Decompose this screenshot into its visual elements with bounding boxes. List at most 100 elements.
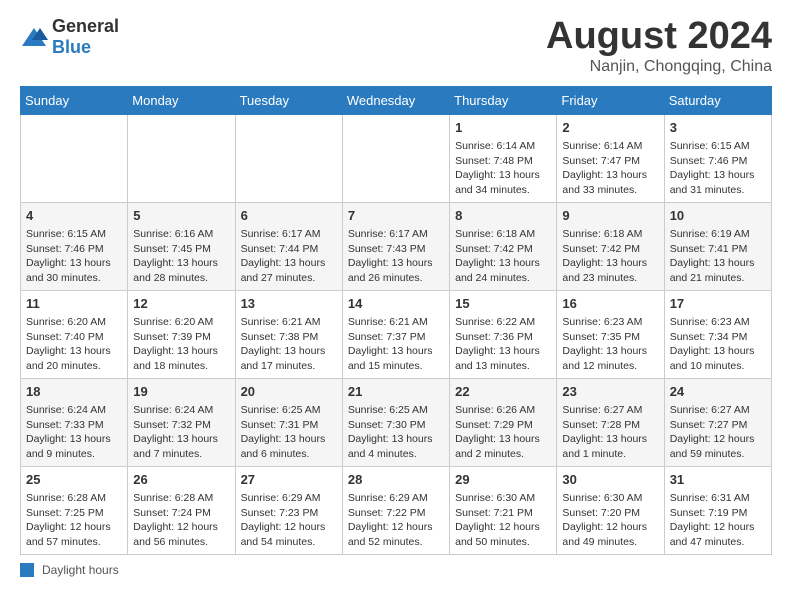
calendar-cell: 8 Sunrise: 6:18 AM Sunset: 7:42 PM Daylig…: [450, 202, 557, 290]
calendar-cell: [235, 114, 342, 202]
logo: General Blue: [20, 16, 119, 58]
day-info: Sunrise: 6:23 AM Sunset: 7:34 PM Dayligh…: [670, 315, 766, 374]
calendar-cell: 31 Sunrise: 6:31 AM Sunset: 7:19 PM Dayli…: [664, 466, 771, 554]
logo-text: General Blue: [52, 16, 119, 58]
day-info: Sunrise: 6:31 AM Sunset: 7:19 PM Dayligh…: [670, 491, 766, 550]
calendar-cell: [128, 114, 235, 202]
header: General Blue August 2024 Nanjin, Chongqi…: [20, 16, 772, 76]
day-info: Sunrise: 6:14 AM Sunset: 7:48 PM Dayligh…: [455, 139, 551, 198]
day-number: 8: [455, 207, 551, 225]
day-number: 13: [241, 295, 337, 313]
calendar-week-row: 25 Sunrise: 6:28 AM Sunset: 7:25 PM Dayli…: [21, 466, 772, 554]
day-number: 1: [455, 119, 551, 137]
calendar-day-header: Monday: [128, 86, 235, 114]
day-info: Sunrise: 6:24 AM Sunset: 7:32 PM Dayligh…: [133, 403, 229, 462]
calendar-cell: 20Sunrise: 6:25 AM Sunset: 7:31 PM Dayli…: [235, 378, 342, 466]
day-number: 16: [562, 295, 658, 313]
day-number: 17: [670, 295, 766, 313]
calendar-cell: [342, 114, 449, 202]
day-info: Sunrise: 6:29 AM Sunset: 7:22 PM Dayligh…: [348, 491, 444, 550]
day-number: 24: [670, 383, 766, 401]
day-number: 10: [670, 207, 766, 225]
day-number: 7: [348, 207, 444, 225]
calendar-cell: 4 Sunrise: 6:15 AM Sunset: 7:46 PM Daylig…: [21, 202, 128, 290]
day-info: Sunrise: 6:17 AM Sunset: 7:44 PM Dayligh…: [241, 227, 337, 286]
day-info: Sunrise: 6:20 AM Sunset: 7:39 PM Dayligh…: [133, 315, 229, 374]
day-number: 21: [348, 383, 444, 401]
day-info: Sunrise: 6:27 AM Sunset: 7:27 PM Dayligh…: [670, 403, 766, 462]
calendar-cell: 25 Sunrise: 6:28 AM Sunset: 7:25 PM Dayli…: [21, 466, 128, 554]
day-number: 18: [26, 383, 122, 401]
calendar-day-header: Friday: [557, 86, 664, 114]
day-info: Sunrise: 6:21 AM Sunset: 7:38 PM Dayligh…: [241, 315, 337, 374]
day-number: 28: [348, 471, 444, 489]
day-info: Sunrise: 6:30 AM Sunset: 7:20 PM Dayligh…: [562, 491, 658, 550]
day-info: Sunrise: 6:16 AM Sunset: 7:45 PM Dayligh…: [133, 227, 229, 286]
day-info: Sunrise: 6:28 AM Sunset: 7:24 PM Dayligh…: [133, 491, 229, 550]
calendar-cell: 18 Sunrise: 6:24 AM Sunset: 7:33 PM Dayli…: [21, 378, 128, 466]
calendar-cell: 30 Sunrise: 6:30 AM Sunset: 7:20 PM Dayli…: [557, 466, 664, 554]
day-info: Sunrise: 6:18 AM Sunset: 7:42 PM Dayligh…: [455, 227, 551, 286]
calendar-cell: 29 Sunrise: 6:30 AM Sunset: 7:21 PM Dayli…: [450, 466, 557, 554]
day-info: Sunrise: 6:30 AM Sunset: 7:21 PM Dayligh…: [455, 491, 551, 550]
day-number: 15: [455, 295, 551, 313]
calendar-cell: 27 Sunrise: 6:29 AM Sunset: 7:23 PM Dayli…: [235, 466, 342, 554]
day-number: 26: [133, 471, 229, 489]
day-number: 27: [241, 471, 337, 489]
calendar-cell: 24 Sunrise: 6:27 AM Sunset: 7:27 PM Dayli…: [664, 378, 771, 466]
day-info: Sunrise: 6:15 AM Sunset: 7:46 PM Dayligh…: [670, 139, 766, 198]
day-number: 4: [26, 207, 122, 225]
calendar-week-row: 18 Sunrise: 6:24 AM Sunset: 7:33 PM Dayli…: [21, 378, 772, 466]
calendar-cell: 19 Sunrise: 6:24 AM Sunset: 7:32 PM Dayli…: [128, 378, 235, 466]
day-info: Sunrise: 6:28 AM Sunset: 7:25 PM Dayligh…: [26, 491, 122, 550]
day-info: Sunrise: 6:23 AM Sunset: 7:35 PM Dayligh…: [562, 315, 658, 374]
location-subtitle: Nanjin, Chongqing, China: [546, 58, 772, 76]
day-number: 6: [241, 207, 337, 225]
day-info: Sunrise: 6:17 AM Sunset: 7:43 PM Dayligh…: [348, 227, 444, 286]
calendar-cell: 10Sunrise: 6:19 AM Sunset: 7:41 PM Dayli…: [664, 202, 771, 290]
calendar-cell: 15 Sunrise: 6:22 AM Sunset: 7:36 PM Dayli…: [450, 290, 557, 378]
day-number: 31: [670, 471, 766, 489]
calendar-day-header: Sunday: [21, 86, 128, 114]
calendar-cell: 5 Sunrise: 6:16 AM Sunset: 7:45 PM Daylig…: [128, 202, 235, 290]
calendar-cell: 3 Sunrise: 6:15 AM Sunset: 7:46 PM Daylig…: [664, 114, 771, 202]
legend-area: Daylight hours: [20, 563, 772, 577]
calendar-day-header: Wednesday: [342, 86, 449, 114]
calendar-cell: 21Sunrise: 6:25 AM Sunset: 7:30 PM Dayli…: [342, 378, 449, 466]
calendar-week-row: 4 Sunrise: 6:15 AM Sunset: 7:46 PM Daylig…: [21, 202, 772, 290]
day-info: Sunrise: 6:26 AM Sunset: 7:29 PM Dayligh…: [455, 403, 551, 462]
calendar-cell: 6 Sunrise: 6:17 AM Sunset: 7:44 PM Daylig…: [235, 202, 342, 290]
calendar-cell: [21, 114, 128, 202]
calendar-week-row: 1 Sunrise: 6:14 AM Sunset: 7:48 PM Daylig…: [21, 114, 772, 202]
calendar-day-header: Thursday: [450, 86, 557, 114]
day-number: 2: [562, 119, 658, 137]
day-number: 25: [26, 471, 122, 489]
calendar-cell: 17 Sunrise: 6:23 AM Sunset: 7:34 PM Dayli…: [664, 290, 771, 378]
day-number: 23: [562, 383, 658, 401]
calendar-cell: 9Sunrise: 6:18 AM Sunset: 7:42 PM Daylig…: [557, 202, 664, 290]
day-number: 11: [26, 295, 122, 313]
day-info: Sunrise: 6:22 AM Sunset: 7:36 PM Dayligh…: [455, 315, 551, 374]
calendar-week-row: 11Sunrise: 6:20 AM Sunset: 7:40 PM Dayli…: [21, 290, 772, 378]
calendar-cell: 2Sunrise: 6:14 AM Sunset: 7:47 PM Daylig…: [557, 114, 664, 202]
day-number: 3: [670, 119, 766, 137]
day-info: Sunrise: 6:27 AM Sunset: 7:28 PM Dayligh…: [562, 403, 658, 462]
day-number: 9: [562, 207, 658, 225]
calendar-cell: 26 Sunrise: 6:28 AM Sunset: 7:24 PM Dayli…: [128, 466, 235, 554]
day-info: Sunrise: 6:29 AM Sunset: 7:23 PM Dayligh…: [241, 491, 337, 550]
day-number: 29: [455, 471, 551, 489]
calendar-cell: 7 Sunrise: 6:17 AM Sunset: 7:43 PM Daylig…: [342, 202, 449, 290]
day-number: 14: [348, 295, 444, 313]
day-number: 19: [133, 383, 229, 401]
day-number: 30: [562, 471, 658, 489]
calendar-cell: 12 Sunrise: 6:20 AM Sunset: 7:39 PM Dayli…: [128, 290, 235, 378]
calendar-cell: 1 Sunrise: 6:14 AM Sunset: 7:48 PM Daylig…: [450, 114, 557, 202]
day-info: Sunrise: 6:15 AM Sunset: 7:46 PM Dayligh…: [26, 227, 122, 286]
logo-general: General: [52, 16, 119, 36]
legend-color-box: [20, 563, 34, 577]
calendar-cell: 22Sunrise: 6:26 AM Sunset: 7:29 PM Dayli…: [450, 378, 557, 466]
day-number: 12: [133, 295, 229, 313]
day-info: Sunrise: 6:24 AM Sunset: 7:33 PM Dayligh…: [26, 403, 122, 462]
day-info: Sunrise: 6:25 AM Sunset: 7:31 PM Dayligh…: [241, 403, 337, 462]
day-number: 5: [133, 207, 229, 225]
